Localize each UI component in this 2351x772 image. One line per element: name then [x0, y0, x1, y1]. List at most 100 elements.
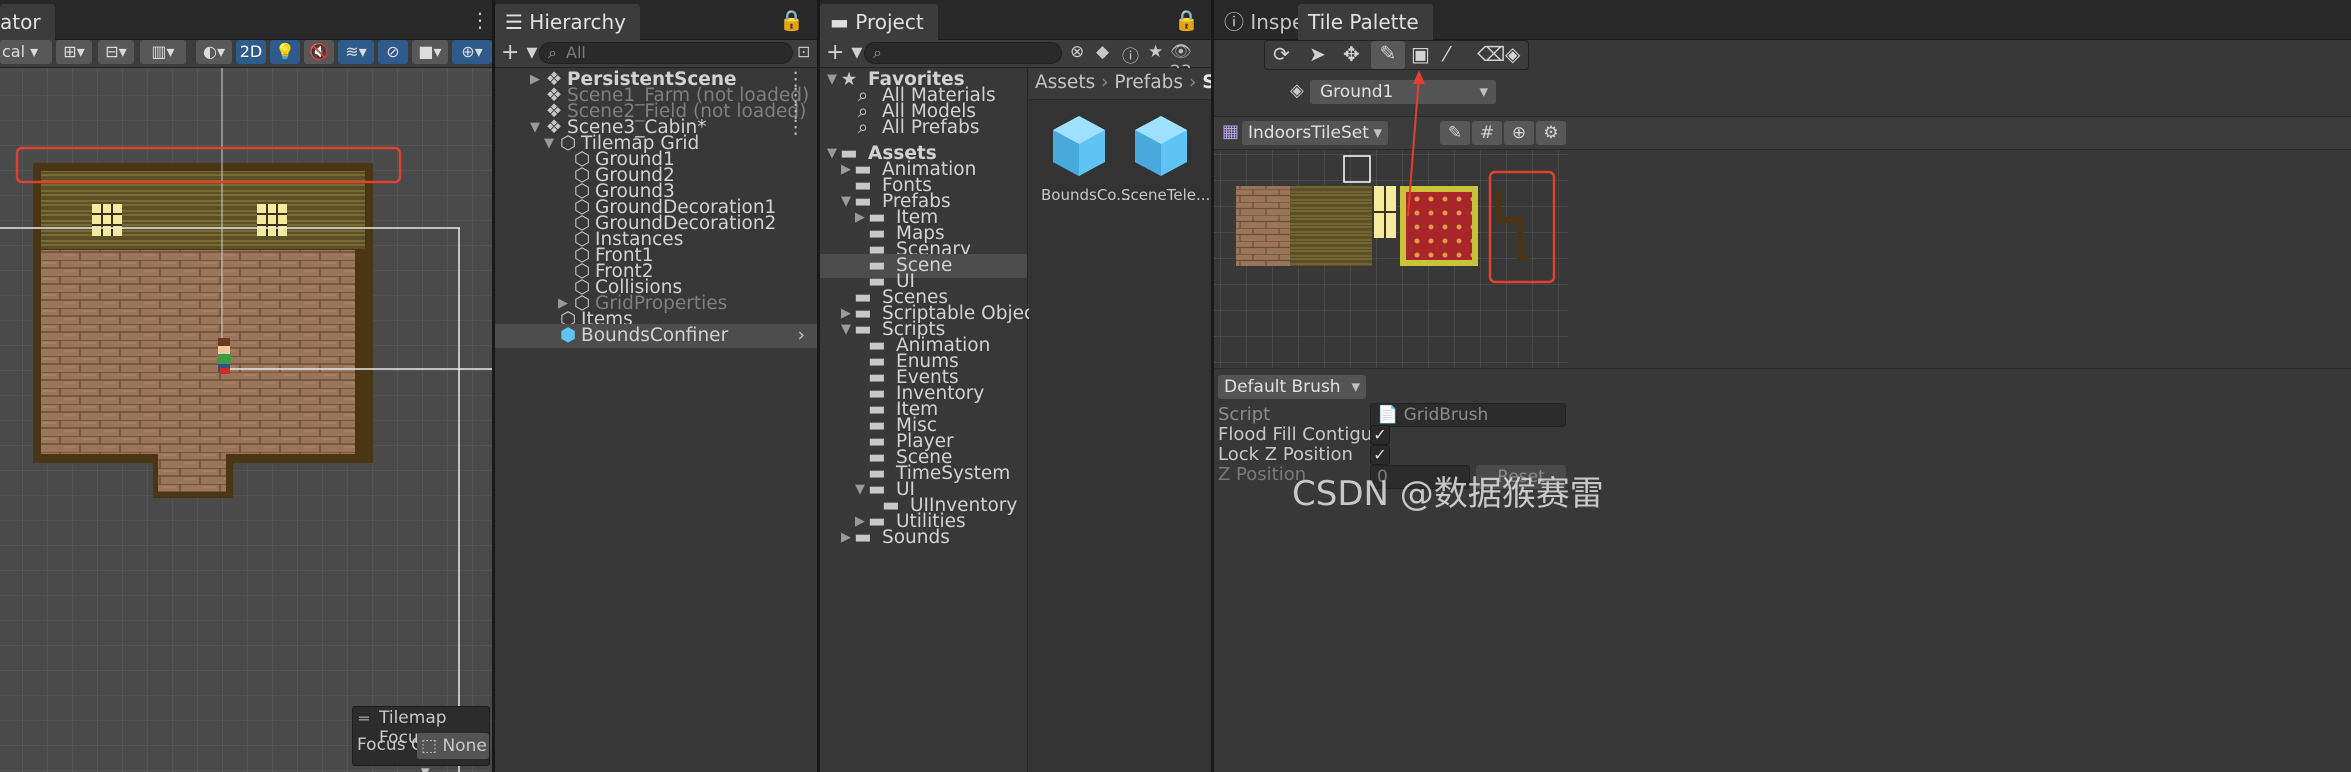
brush-value: Default Brush [1224, 377, 1341, 397]
hierarchy-tab-icon: ☰ [505, 10, 530, 34]
watermark: CSDN @数据猴赛雷 [1292, 474, 1604, 514]
layers-icon: ◈ [1290, 80, 1304, 101]
search-icon: ⌕ [857, 117, 869, 138]
audio-icon[interactable]: 🔇 [304, 40, 334, 64]
project-tree-item[interactable]: ▶ ▬ Sounds [820, 526, 1027, 550]
chevron-down-icon: ▾ [1351, 377, 1360, 397]
select-tool-icon[interactable]: ➤ [1309, 42, 1326, 66]
box-fill-tool-icon[interactable]: ▣ [1411, 42, 1430, 66]
active-tilemap-value: Ground1 [1320, 82, 1394, 102]
room-floor [41, 250, 355, 454]
tab-scene[interactable]: ator [0, 4, 55, 40]
project-tree-label: All Prefabs [882, 117, 980, 138]
favorite-icon[interactable]: ★ [1148, 42, 1163, 62]
pivot-label: cal [2, 42, 26, 61]
chevron-right-icon[interactable]: › [798, 324, 805, 348]
project-add-label: + [826, 40, 845, 65]
breadcrumb-scene[interactable]: Scene [1202, 72, 1211, 93]
hierarchy-tabbar: ☰ Hierarchy 🔒⋮ [495, 0, 817, 60]
picker-tool-icon[interactable]: ⁄ [1445, 42, 1448, 66]
camera-icon[interactable]: ■▾ [412, 40, 448, 64]
project-tabbar: ▬ Project 🔒⋮ [820, 0, 1211, 60]
palette-name-value: IndoorsTileSet [1248, 123, 1369, 143]
palette-icon: ▦ [1222, 121, 1240, 142]
hierarchy-add-button[interactable]: + ▾ [501, 40, 537, 66]
tile-palette-panel: ⓘ Inspector Tile Palette ⟳ ➤ ✥ ✎ ▣ ⁄ ⌫ ◈… [1214, 0, 2351, 772]
edit-palette-button[interactable]: ✎ [1440, 121, 1470, 145]
more-icon[interactable]: ⋮ [470, 6, 492, 34]
increment-snap-icon[interactable]: ⊟▾ [98, 40, 134, 64]
search-by-label-icon[interactable]: ◆ [1096, 42, 1109, 62]
focus-dropdown[interactable]: ⬚ None ▾ [417, 733, 489, 772]
project-tree-item[interactable]: ⌕ All Prefabs [820, 116, 1027, 140]
search-icon: ⌕ [548, 43, 557, 62]
tile-planks[interactable] [1236, 186, 1290, 266]
lighting-icon[interactable]: 💡 [270, 40, 300, 64]
asset-label: SceneTele... [1121, 186, 1211, 204]
gizmos-icon[interactable]: ⊕▾ [452, 40, 492, 64]
prefab-cube-icon [1135, 116, 1187, 176]
script-field[interactable]: 📄 GridBrush [1370, 403, 1566, 427]
tile-wall[interactable] [1290, 186, 1372, 266]
project-tab-label: Project [855, 10, 924, 34]
hierarchy-search-input[interactable]: ⌕ All [539, 42, 793, 64]
breadcrumb-prefabs[interactable]: Prefabs [1114, 72, 1183, 93]
move-tool-icon[interactable]: ✥ [1343, 42, 1360, 66]
hierarchy-tab-label: Hierarchy [529, 10, 626, 34]
lock-z-checkbox[interactable]: ✓ [1370, 445, 1390, 465]
breadcrumb: Assets › Prefabs › Scene [1029, 68, 1211, 100]
window-left [92, 204, 122, 236]
project-add-button[interactable]: + ▾ [826, 40, 862, 66]
visibility-icon[interactable]: ⊘ [378, 40, 408, 64]
paint-tool-icon[interactable]: ✎ [1371, 41, 1405, 69]
breadcrumb-separator: › [1188, 72, 1203, 93]
tab-tile-palette[interactable]: Tile Palette [1298, 4, 1433, 40]
flood-fill-checkbox[interactable]: ✓ [1370, 425, 1390, 445]
script-value: GridBrush [1403, 405, 1489, 425]
mode-2d-button[interactable]: 2D [236, 40, 266, 64]
search-options-icon[interactable]: ⊡ [797, 42, 810, 61]
hierarchy-row-label: BoundsConfiner [581, 325, 729, 346]
search-icon: ⌕ [873, 43, 882, 62]
grid-toggle-icon[interactable]: # [1472, 121, 1502, 145]
breadcrumb-assets[interactable]: Assets [1035, 72, 1095, 93]
pivot-dropdown[interactable]: cal ▾ [0, 40, 52, 64]
rotate-tool-icon[interactable]: ⟳ [1273, 42, 1290, 66]
palette-dropdown[interactable]: IndoorsTileSet ▾ [1242, 121, 1388, 145]
filter-icon[interactable]: ⓘ [1122, 42, 1139, 67]
tile-window[interactable] [1374, 186, 1396, 238]
scene-view-panel: ator ⋮ cal ▾ ⊞▾ ⊟▾ ▥▾ ◐▾ 2D 💡 🔇 ≋▾ ⊘ ■▾ … [0, 0, 492, 772]
asset-scene-teleport[interactable]: SceneTele... [1121, 112, 1211, 204]
grid-visibility-icon[interactable]: ▥▾ [140, 40, 186, 64]
brush-settings: Default Brush ▾ Script 📄 GridBrush Flood… [1214, 368, 2351, 772]
chevron-down-icon: ▾ [1373, 123, 1382, 143]
hierarchy-add-label: + [501, 40, 520, 65]
brush-dropdown[interactable]: Default Brush ▾ [1218, 375, 1366, 399]
search-by-type-icon[interactable]: ⊗ [1070, 42, 1084, 62]
palette-settings-icon[interactable]: ⚙ [1536, 121, 1566, 145]
focus-value: None [442, 736, 487, 756]
project-folder-tree: ▼ ★ Favorites ⌕ All Materials ⌕ All Models ⌕ All… [820, 68, 1107, 772]
shading-mode-icon[interactable]: ◐▾ [196, 40, 232, 64]
scene-canvas[interactable] [0, 68, 492, 772]
tab-hierarchy[interactable]: ☰ Hierarchy [495, 4, 640, 40]
tab-project[interactable]: ▬ Project [820, 4, 938, 40]
fill-tool-icon[interactable]: ◈ [1505, 42, 1520, 66]
grid-snap-icon[interactable]: ⊞▾ [56, 40, 92, 64]
asset-bounds-confiner[interactable]: BoundsCo... [1041, 112, 1131, 204]
eraser-tool-icon[interactable]: ⌫ [1477, 42, 1505, 66]
overlay-handle-icon[interactable]: ═ [359, 709, 369, 728]
prefab-cube-icon [1053, 116, 1105, 176]
hierarchy-row[interactable]: ⬢ BoundsConfiner › [495, 324, 817, 348]
project-search-input[interactable]: ⌕ [864, 42, 1062, 64]
gizmos-toggle-icon[interactable]: ⊕ [1504, 121, 1534, 145]
asset-label: BoundsCo... [1041, 186, 1131, 204]
hierarchy-panel: ☰ Hierarchy 🔒⋮ + ▾ ⌕ All ⊡ ▶❖PersistentSc… [495, 0, 817, 772]
chevron-down-icon: ▾ [1479, 82, 1488, 102]
palette-header: ▦ IndoorsTileSet ▾ ✎ # ⊕ ⚙ [1214, 116, 2351, 150]
folder-tab-icon: ▬ [830, 10, 856, 34]
effects-icon[interactable]: ≋▾ [338, 40, 374, 64]
palette-grid-canvas[interactable] [1214, 150, 1568, 368]
info-tab-icon: ⓘ [1224, 10, 1251, 34]
player-sprite[interactable] [217, 338, 231, 374]
